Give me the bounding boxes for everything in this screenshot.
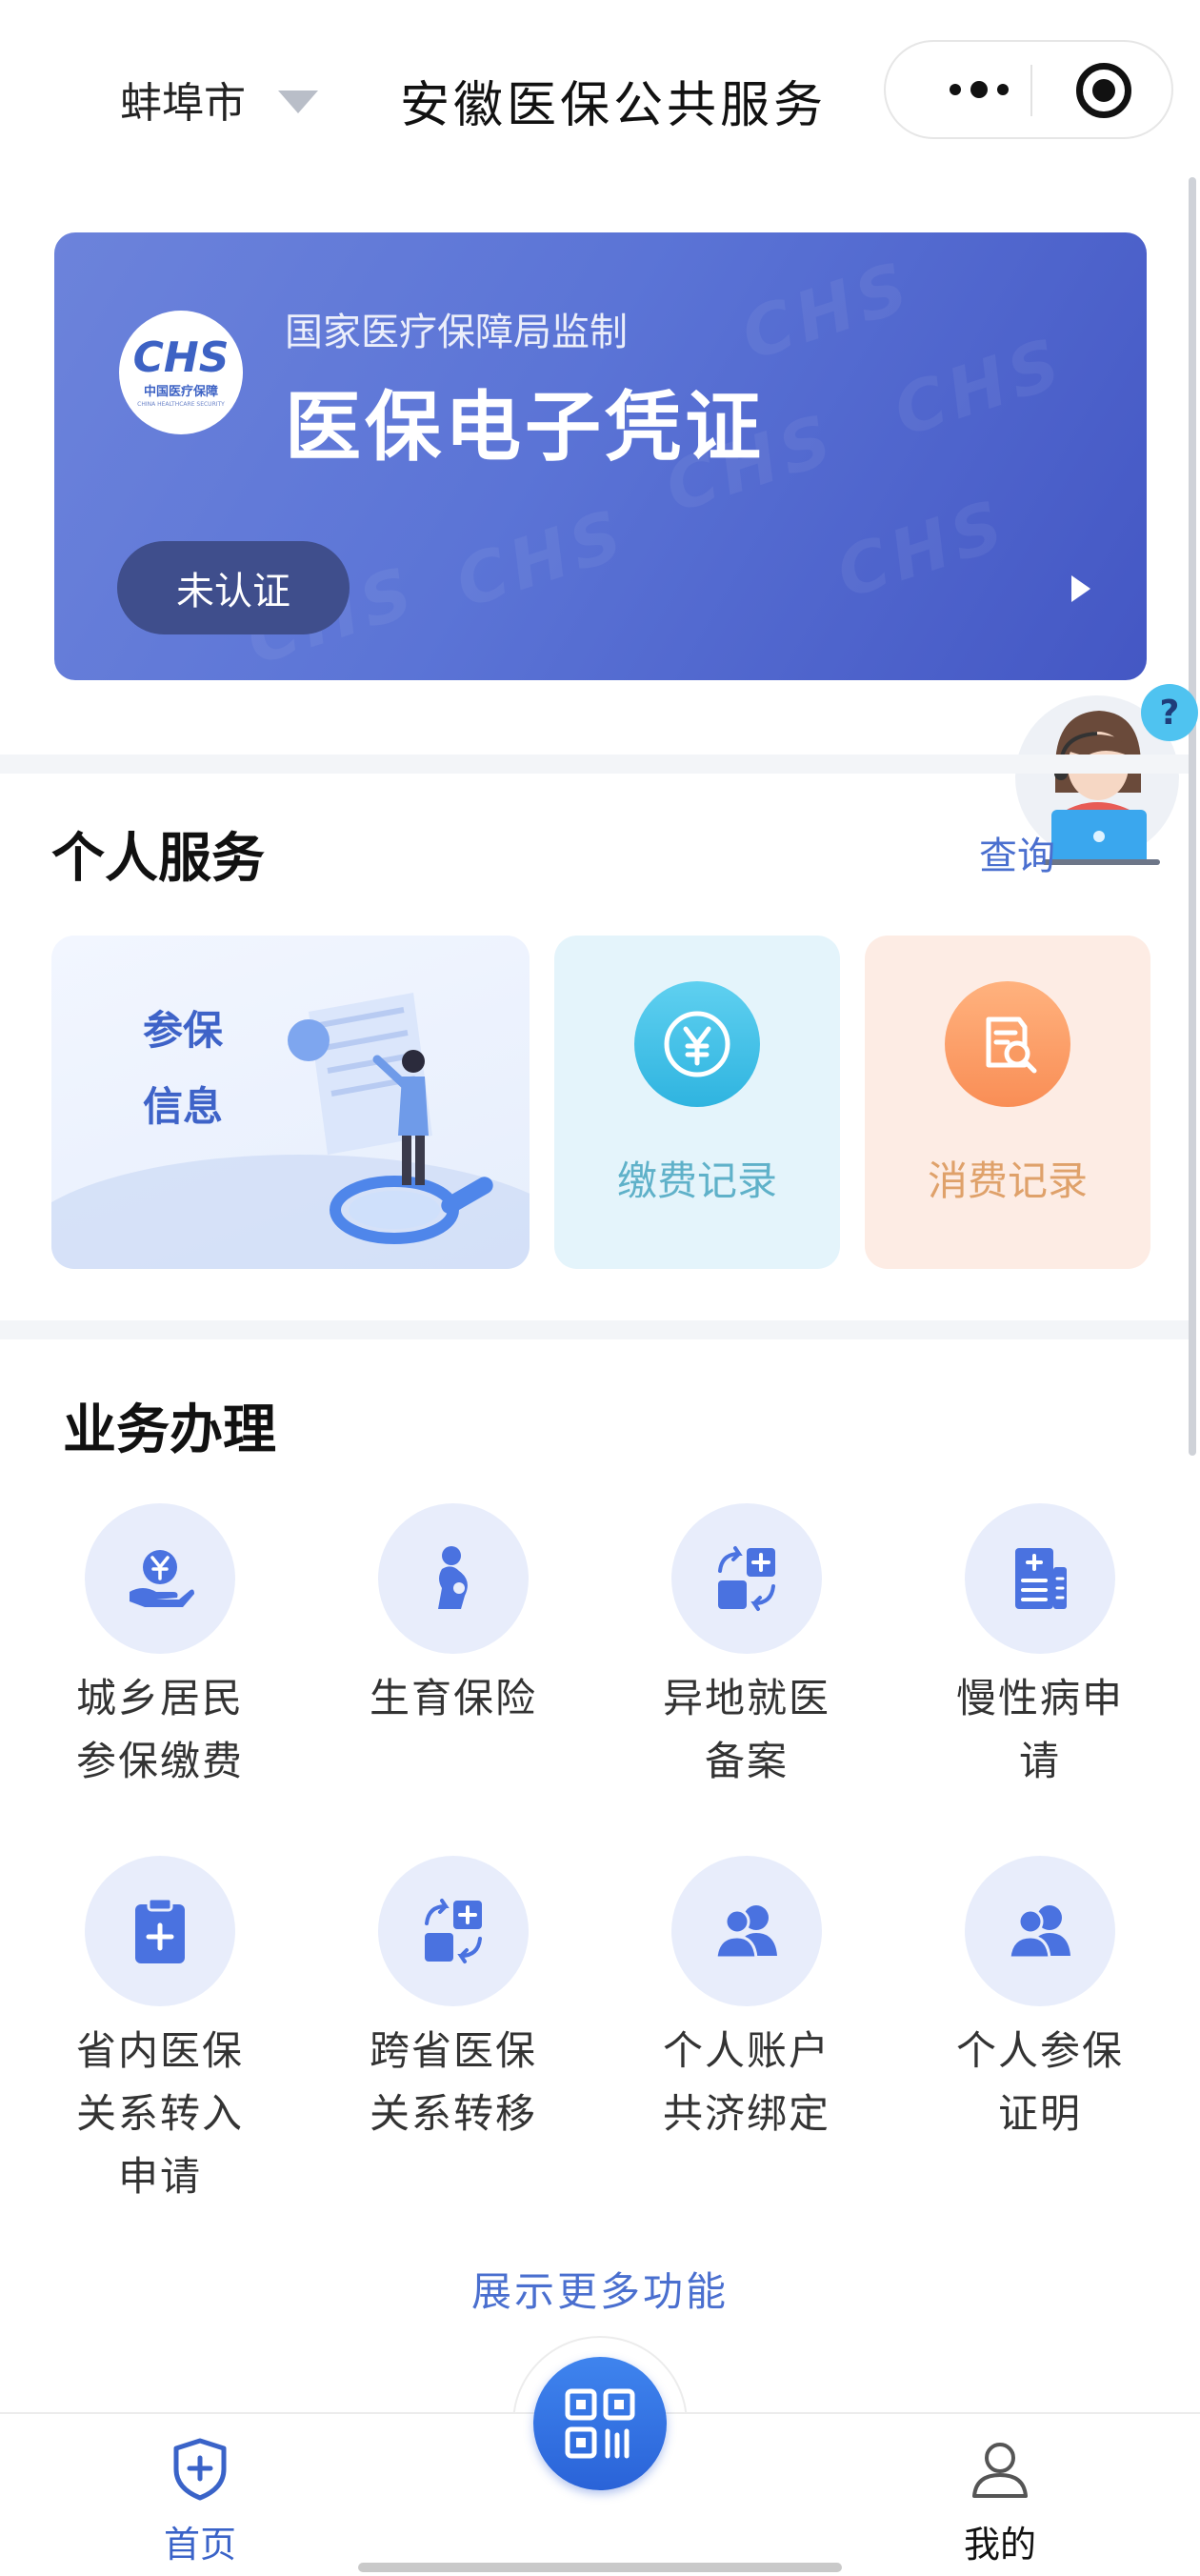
- card-title: 医保电子凭证: [285, 383, 765, 472]
- users-icon: [671, 1856, 822, 2006]
- dot-icon: [950, 84, 961, 95]
- supervise-label: 国家医疗保障局监制: [285, 311, 628, 354]
- business-item-label: 个人账户 共济绑定: [662, 2027, 830, 2137]
- business-item-label: 跨省医保 关系转移: [369, 2027, 537, 2137]
- watermark-pattern: CHS: [827, 483, 1018, 614]
- business-item-chronic-disease-application[interactable]: 慢性病申 请: [893, 1503, 1187, 1793]
- medical-insurance-card-banner[interactable]: CHS CHS CHS CHS CHS CHS CHS 中国医疗保障 CHINA…: [54, 232, 1147, 680]
- chs-logo: CHS 中国医疗保障 CHINA HEALTHCARE SECURITY: [119, 311, 243, 434]
- city-selector[interactable]: 蚌埠市: [120, 69, 318, 130]
- business-item-label: 个人参保 证明: [955, 2027, 1124, 2137]
- scan-qr-button[interactable]: [533, 2357, 667, 2490]
- document-search-illustration: [288, 993, 493, 1244]
- dot-icon: [997, 84, 1009, 95]
- dot-icon: [970, 81, 988, 98]
- spending-record-label: 消费记录: [927, 1157, 1088, 1204]
- capsule-divider: [1030, 65, 1032, 116]
- query-link[interactable]: 查询: [979, 825, 1055, 880]
- tab-home[interactable]: 首页: [57, 2414, 343, 2567]
- city-label: 蚌埠市: [120, 79, 246, 128]
- business-item-label: 异地就医 备案: [662, 1675, 830, 1784]
- medical-document-icon: [965, 1503, 1115, 1654]
- business-item-resident-insurance-payment[interactable]: 城乡居民 参保缴费: [13, 1503, 307, 1793]
- business-item-cross-province-transfer[interactable]: 跨省医保 关系转移: [307, 1856, 600, 2145]
- svg-text:?: ?: [1160, 694, 1180, 733]
- tab-mine-label: 我的: [963, 2524, 1036, 2566]
- payment-record-card[interactable]: 缴费记录: [554, 936, 840, 1269]
- top-navigation-bar: 蚌埠市 安徽医保公共服务: [0, 0, 1200, 181]
- users-icon: [965, 1856, 1115, 2006]
- yuan-coin-icon: [634, 981, 760, 1107]
- business-item-remote-medical-filing[interactable]: 异地就医 备案: [600, 1503, 893, 1793]
- clipboard-plus-icon: [85, 1856, 235, 2006]
- section-divider: [0, 755, 1189, 774]
- insurance-info-label-line1: 参保: [143, 1007, 224, 1054]
- user-icon: [972, 2443, 1028, 2498]
- section-divider: [0, 1320, 1189, 1339]
- medical-transfer-icon: [378, 1856, 529, 2006]
- tab-home-label: 首页: [163, 2524, 236, 2566]
- page-title: 安徽医保公共服务: [400, 77, 828, 134]
- document-search-icon: [945, 981, 1070, 1107]
- more-menu-button[interactable]: [922, 42, 1036, 137]
- show-more-functions-link[interactable]: 展示更多功能: [0, 2260, 1200, 2318]
- business-item-provincial-transfer-in[interactable]: 省内医保 关系转入 申请: [13, 1856, 307, 2208]
- spending-record-card[interactable]: 消费记录: [865, 936, 1150, 1269]
- business-item-account-mutual-binding[interactable]: 个人账户 共济绑定: [600, 1856, 893, 2145]
- insurance-info-label-line2: 信息: [143, 1083, 224, 1130]
- arrow-right-icon[interactable]: [1071, 575, 1090, 602]
- business-item-label: 省内医保 关系转入 申请: [75, 2027, 244, 2200]
- tab-mine[interactable]: 我的: [857, 2414, 1143, 2567]
- business-item-label: 城乡居民 参保缴费: [75, 1675, 244, 1784]
- business-item-label: 慢性病申 请: [955, 1675, 1124, 1784]
- chevron-down-icon: [278, 91, 318, 113]
- shield-plus-icon: [173, 2438, 227, 2501]
- business-item-maternity-insurance[interactable]: 生育保险: [307, 1503, 600, 1730]
- business-item-label: 生育保险: [369, 1675, 537, 1721]
- watermark-pattern: CHS: [884, 321, 1075, 453]
- yuan-hand-icon: [85, 1503, 235, 1654]
- home-indicator: [358, 2563, 842, 2572]
- payment-record-label: 缴费记录: [616, 1157, 777, 1204]
- business-title: 业务办理: [63, 1399, 276, 1461]
- insurance-info-card[interactable]: 参保 信息: [51, 936, 530, 1269]
- medical-transfer-icon: [671, 1503, 822, 1654]
- business-item-insurance-certificate[interactable]: 个人参保 证明: [893, 1856, 1187, 2145]
- mini-program-capsule: [884, 40, 1173, 139]
- personal-services-title: 个人服务: [51, 828, 265, 890]
- unverified-status-button[interactable]: 未认证: [117, 541, 350, 634]
- maternity-icon: [378, 1503, 529, 1654]
- qr-code-icon: [565, 2388, 635, 2459]
- watermark-pattern: CHS: [446, 493, 637, 624]
- watermark-pattern: CHS: [731, 245, 923, 376]
- close-mini-program-button[interactable]: [1076, 63, 1131, 118]
